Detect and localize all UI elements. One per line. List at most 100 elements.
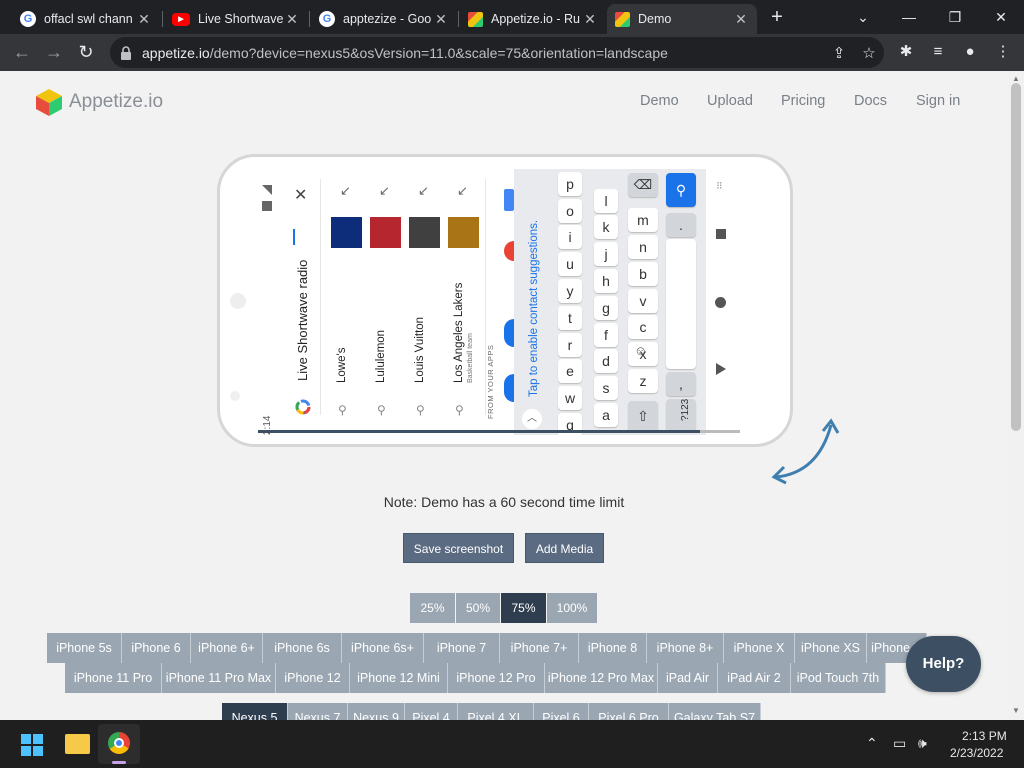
- key[interactable]: w: [558, 386, 582, 411]
- tab-4[interactable]: Demo ✕: [607, 4, 757, 34]
- period-key[interactable]: .: [666, 213, 696, 237]
- device-option[interactable]: iPhone 12: [276, 663, 350, 693]
- nav-upload[interactable]: Upload: [707, 93, 753, 109]
- emoji-icon[interactable]: ☺: [634, 343, 647, 358]
- key[interactable]: f: [594, 322, 618, 347]
- key[interactable]: h: [594, 269, 618, 293]
- device-option[interactable]: iPhone 11 Pro Max: [162, 663, 276, 693]
- tray-chevron-icon[interactable]: ⌃: [866, 735, 878, 752]
- device-option[interactable]: iPhone 7: [424, 633, 500, 663]
- scale-50[interactable]: 50%: [456, 593, 500, 623]
- device-option[interactable]: iPhone 12 Pro: [448, 663, 545, 693]
- clock-time[interactable]: 2:13 PM: [962, 729, 1007, 743]
- device-option[interactable]: iPad Air 2: [718, 663, 791, 693]
- key[interactable]: v: [628, 288, 658, 313]
- close-icon[interactable]: ✕: [733, 11, 749, 28]
- key[interactable]: y: [558, 279, 582, 303]
- key[interactable]: p: [558, 171, 582, 196]
- device-option[interactable]: iPad Air: [658, 663, 718, 693]
- close-window-button[interactable]: ✕: [978, 2, 1024, 32]
- tab-search-button[interactable]: ⌄: [840, 2, 886, 32]
- help-button[interactable]: Help?: [906, 636, 981, 692]
- emulator-screen[interactable]: 2:14 Live Shortwave radio ✕ ↙ Lowe's ⚲ ↙: [258, 169, 740, 435]
- arrow-up-left-icon[interactable]: ↙: [379, 183, 390, 199]
- device-option[interactable]: iPhone XS: [795, 633, 867, 663]
- nav-pricing[interactable]: Pricing: [781, 93, 825, 109]
- tab-3[interactable]: Appetize.io - Ru ✕: [460, 4, 606, 34]
- scale-100[interactable]: 100%: [547, 593, 597, 623]
- key[interactable]: m: [628, 208, 658, 233]
- device-option[interactable]: Galaxy Tab S7: [669, 703, 761, 720]
- key[interactable]: t: [558, 305, 582, 330]
- nav-docs[interactable]: Docs: [854, 93, 887, 109]
- scale-25[interactable]: 25%: [410, 593, 455, 623]
- drag-handle-icon[interactable]: ⠿: [716, 181, 728, 193]
- arrow-up-left-icon[interactable]: ↙: [457, 183, 468, 199]
- key[interactable]: a: [594, 403, 618, 427]
- close-icon[interactable]: ✕: [433, 11, 449, 28]
- app-icon[interactable]: [504, 319, 514, 347]
- tab-1[interactable]: ▶ Live Shortwave ✕: [164, 4, 308, 34]
- backspace-key[interactable]: ⌫: [628, 173, 658, 197]
- scale-75[interactable]: 75%: [501, 593, 546, 623]
- key[interactable]: j: [594, 242, 618, 267]
- device-option[interactable]: iPhone 8: [579, 633, 647, 663]
- key[interactable]: l: [594, 188, 618, 213]
- arrow-up-left-icon[interactable]: ↙: [418, 183, 429, 199]
- key[interactable]: z: [628, 369, 658, 393]
- address-bar[interactable]: appetize.io/demo?device=nexus5&osVersion…: [110, 37, 884, 68]
- key[interactable]: s: [594, 376, 618, 401]
- close-icon[interactable]: ✕: [136, 11, 152, 28]
- clock-date[interactable]: 2/23/2022: [950, 746, 1003, 760]
- device-option[interactable]: iPhone X: [724, 633, 795, 663]
- file-explorer-icon[interactable]: [65, 734, 90, 754]
- device-option[interactable]: iPhone 12 Mini: [350, 663, 448, 693]
- search-key[interactable]: ⚲: [666, 173, 696, 207]
- key[interactable]: b: [628, 261, 658, 286]
- device-option[interactable]: iPhone 6+: [191, 633, 263, 663]
- device-option[interactable]: Nexus 7: [288, 703, 348, 720]
- chrome-taskbar-button[interactable]: [98, 724, 140, 764]
- minimize-button[interactable]: —: [886, 2, 932, 32]
- key[interactable]: i: [558, 225, 582, 250]
- key[interactable]: u: [558, 252, 582, 277]
- network-icon[interactable]: ▭: [893, 735, 906, 752]
- clear-icon[interactable]: ✕: [294, 185, 307, 205]
- forward-button[interactable]: →: [42, 40, 66, 64]
- windows-start-icon[interactable]: [21, 734, 43, 756]
- nav-sign-in[interactable]: Sign in: [916, 93, 960, 109]
- device-option[interactable]: iPhone 5s: [47, 633, 122, 663]
- back-nav-icon[interactable]: [716, 363, 726, 375]
- page-scrollbar[interactable]: ▲ ▼: [1008, 71, 1024, 720]
- tab-2[interactable]: G apptezize - Goo ✕: [311, 4, 457, 34]
- tab-0[interactable]: G offacl swl chann ✕: [12, 4, 160, 34]
- new-tab-button[interactable]: +: [766, 5, 788, 29]
- restore-button[interactable]: ❐: [932, 2, 978, 32]
- add-media-button[interactable]: Add Media: [525, 533, 604, 563]
- space-key[interactable]: [666, 239, 696, 369]
- share-icon[interactable]: ⇪: [824, 44, 854, 62]
- device-option[interactable]: iPhone 6: [122, 633, 191, 663]
- scroll-down-icon[interactable]: ▼: [1012, 706, 1020, 715]
- device-option[interactable]: Pixel 6: [534, 703, 589, 720]
- reload-button[interactable]: ↻: [74, 40, 98, 64]
- device-option[interactable]: iPhone 12 Pro Max: [545, 663, 658, 693]
- device-option[interactable]: Pixel 4: [405, 703, 458, 720]
- close-icon[interactable]: ✕: [284, 11, 300, 28]
- contact-suggestion-hint[interactable]: Tap to enable contact suggestions.: [528, 220, 540, 397]
- key[interactable]: r: [558, 332, 582, 357]
- device-option[interactable]: iPhone 6s+: [342, 633, 424, 663]
- device-option[interactable]: Pixel 6 Pro: [589, 703, 669, 720]
- device-option[interactable]: iPod Touch 7th: [791, 663, 886, 693]
- key[interactable]: k: [594, 215, 618, 240]
- recents-icon[interactable]: [716, 229, 726, 239]
- site-logo[interactable]: Appetize.io: [35, 88, 163, 116]
- close-icon[interactable]: ✕: [582, 11, 598, 28]
- save-screenshot-button[interactable]: Save screenshot: [403, 533, 514, 563]
- key[interactable]: n: [628, 235, 658, 259]
- back-button[interactable]: ←: [10, 40, 34, 64]
- app-icon[interactable]: [504, 374, 514, 402]
- device-option[interactable]: iPhone 11 Pro: [65, 663, 162, 693]
- app-icon[interactable]: [504, 189, 514, 211]
- key[interactable]: d: [594, 349, 618, 374]
